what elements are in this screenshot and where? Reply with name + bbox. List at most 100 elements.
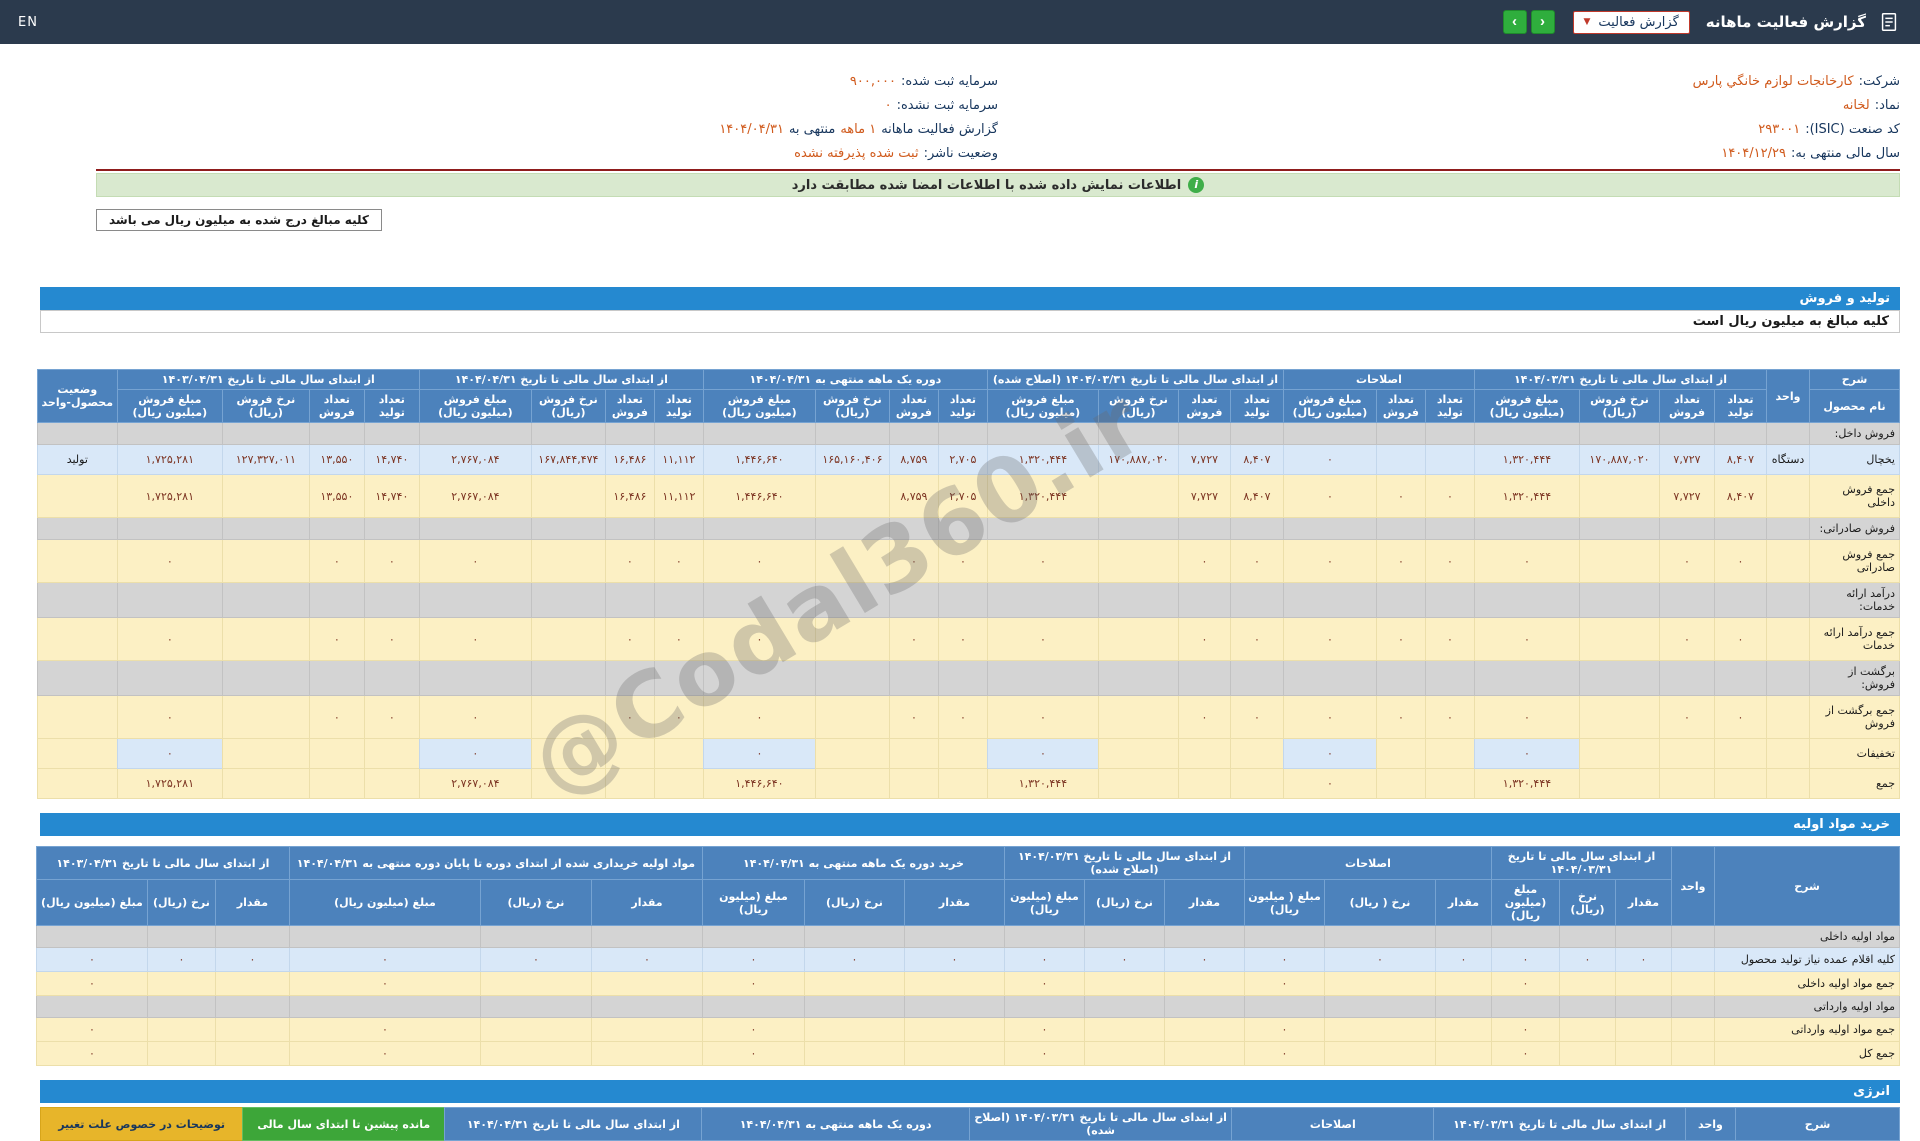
prev-report-button[interactable]: › (1503, 10, 1527, 34)
cell-desc: یخچال (1810, 445, 1900, 475)
cell-value: ۰ (1283, 739, 1376, 769)
table-row: تخفیفات۰۰۰۰۰۰ (37, 739, 1899, 769)
cell-unit (1767, 540, 1810, 583)
cell-value (1425, 769, 1474, 799)
energy-table-wrap: شرحواحداز ابتدای سال مالی تا تاریخ ۱۴۰۴/… (40, 1107, 1900, 1141)
cell-value (1178, 769, 1230, 799)
cell-value (1324, 1042, 1435, 1066)
raw-materials-table-wrap: شرحواحداز ابتدای سال مالی تا تاریخ ۱۴۰۴/… (40, 846, 1900, 1066)
language-toggle[interactable]: EN (18, 15, 38, 30)
info-label: شرکت: (1859, 70, 1900, 94)
column-header: نرخ (ریال) (480, 880, 591, 926)
cell-value (222, 769, 309, 799)
column-header: مبلغ فروش (میلیون ریال) (1474, 390, 1579, 423)
cell-value (36, 926, 147, 948)
cell-value (1098, 583, 1178, 618)
cell-value (591, 926, 702, 948)
cell-value: ۰ (889, 696, 938, 739)
column-header: نرخ (ریال) (147, 880, 215, 926)
column-header: تعداد فروش (309, 390, 364, 423)
cell-value: ۸,۴۰۷ (1230, 475, 1283, 518)
cell-value (531, 518, 605, 540)
signature-match-banner: i اطلاعات نمایش داده شده با اطلاعات امضا… (96, 173, 1900, 197)
cell-value (222, 696, 309, 739)
cell-desc: فروش داخل: (1810, 423, 1900, 445)
table-row: جمع مواد اولیه وارداتی۰۰۰۰۰۰ (36, 1018, 1899, 1042)
cell-value: ۲,۷۰۵ (938, 445, 987, 475)
report-type-dropdown[interactable]: گزارش فعالیت ▼ (1573, 11, 1690, 34)
column-header: مقدار (591, 880, 702, 926)
cell-value (815, 540, 889, 583)
column-header: مبلغ ( میلیون ریال) (1244, 880, 1324, 926)
table-row: مواد اولیه وارداتی (36, 996, 1899, 1018)
cell-value (215, 1018, 289, 1042)
cell-value: ۰ (889, 540, 938, 583)
info-value: ۱۴۰۴/۱۲/۲۹ (1721, 142, 1786, 166)
cell-value (1084, 926, 1164, 948)
cell-value (117, 423, 222, 445)
cell-value (480, 926, 591, 948)
cell-value (1324, 972, 1435, 996)
cell-desc: جمع مواد اولیه داخلی (1715, 972, 1900, 996)
column-header: نرخ فروش (ریال) (531, 390, 605, 423)
page-title: گزارش فعالیت ماهانه (1706, 13, 1866, 31)
cell-value: ۷,۷۲۷ (1660, 475, 1715, 518)
cell-value: ۰ (702, 972, 804, 996)
cell-value: ۰ (419, 618, 531, 661)
column-header: تعداد تولید (364, 390, 419, 423)
column-header: از ابتدای سال مالی تا تاریخ ۱۴۰۴/۰۳/۳۱ (1491, 847, 1671, 880)
cell-value (804, 926, 904, 948)
cell-value: ۰ (987, 618, 1098, 661)
cell-value: ۰ (938, 540, 987, 583)
cell-value (222, 661, 309, 696)
cell-value: ۰ (1425, 696, 1474, 739)
cell-value (480, 972, 591, 996)
cell-value (1580, 618, 1660, 661)
cell-value: ۱,۳۲۰,۴۴۴ (987, 445, 1098, 475)
cell-desc: جمع فروش صادراتی (1810, 540, 1900, 583)
cell-value: ۱,۷۲۵,۲۸۱ (117, 769, 222, 799)
cell-value: ۰ (1376, 475, 1425, 518)
cell-desc: مواد اولیه وارداتی (1715, 996, 1900, 1018)
cell-value (1474, 423, 1579, 445)
column-header: مقدار (215, 880, 289, 926)
cell-value (1580, 518, 1660, 540)
cell-value: ۰ (1376, 618, 1425, 661)
cell-value (147, 926, 215, 948)
cell-value: ۰ (1660, 618, 1715, 661)
cell-unit (1767, 618, 1810, 661)
column-header: مبلغ فروش (میلیون ریال) (117, 390, 222, 423)
cell-desc: جمع درآمد ارائه خدمات (1810, 618, 1900, 661)
cell-value (938, 769, 987, 799)
cell-value: ۰ (987, 739, 1098, 769)
company-link[interactable]: کارخانجات لوازم خانگي پارس (1693, 70, 1854, 94)
column-header: مبلغ فروش (میلیون ریال) (703, 390, 815, 423)
cell-value (1098, 739, 1178, 769)
cell-value: ۰ (1230, 696, 1283, 739)
cell-value: ۷,۷۲۷ (1178, 475, 1230, 518)
cell-status (37, 739, 117, 769)
cell-value (1178, 423, 1230, 445)
cell-value (222, 739, 309, 769)
cell-value: ۰ (1660, 696, 1715, 739)
column-header: از ابتدای سال مالی تا تاریخ ۱۴۰۴/۰۴/۳۱ (419, 370, 703, 390)
column-header: مقدار (904, 880, 1004, 926)
cell-value: ۰ (703, 618, 815, 661)
cell-value (1084, 972, 1164, 996)
cell-unit (1767, 696, 1810, 739)
chevron-down-icon: ▼ (1584, 17, 1591, 27)
cell-value: ۰ (117, 696, 222, 739)
cell-value (309, 423, 364, 445)
cell-value (1425, 661, 1474, 696)
table-row: جمع درآمد ارائه خدمات۰۰۰۰۰۰۰۰۰۰۰۰۰۰۰۰۰۰ (37, 618, 1899, 661)
column-header: نرخ فروش (ریال) (1580, 390, 1660, 423)
cell-value: ۱۱,۱۱۲ (654, 445, 703, 475)
next-report-button[interactable]: ‹ (1531, 10, 1555, 34)
cell-value (1230, 518, 1283, 540)
cell-unit (1672, 926, 1715, 948)
cell-desc: جمع برگشت از فروش (1810, 696, 1900, 739)
cell-value: ۰ (1244, 1042, 1324, 1066)
report-navigation: ‹ › (1503, 10, 1555, 34)
cell-value (1230, 423, 1283, 445)
cell-value (1178, 583, 1230, 618)
